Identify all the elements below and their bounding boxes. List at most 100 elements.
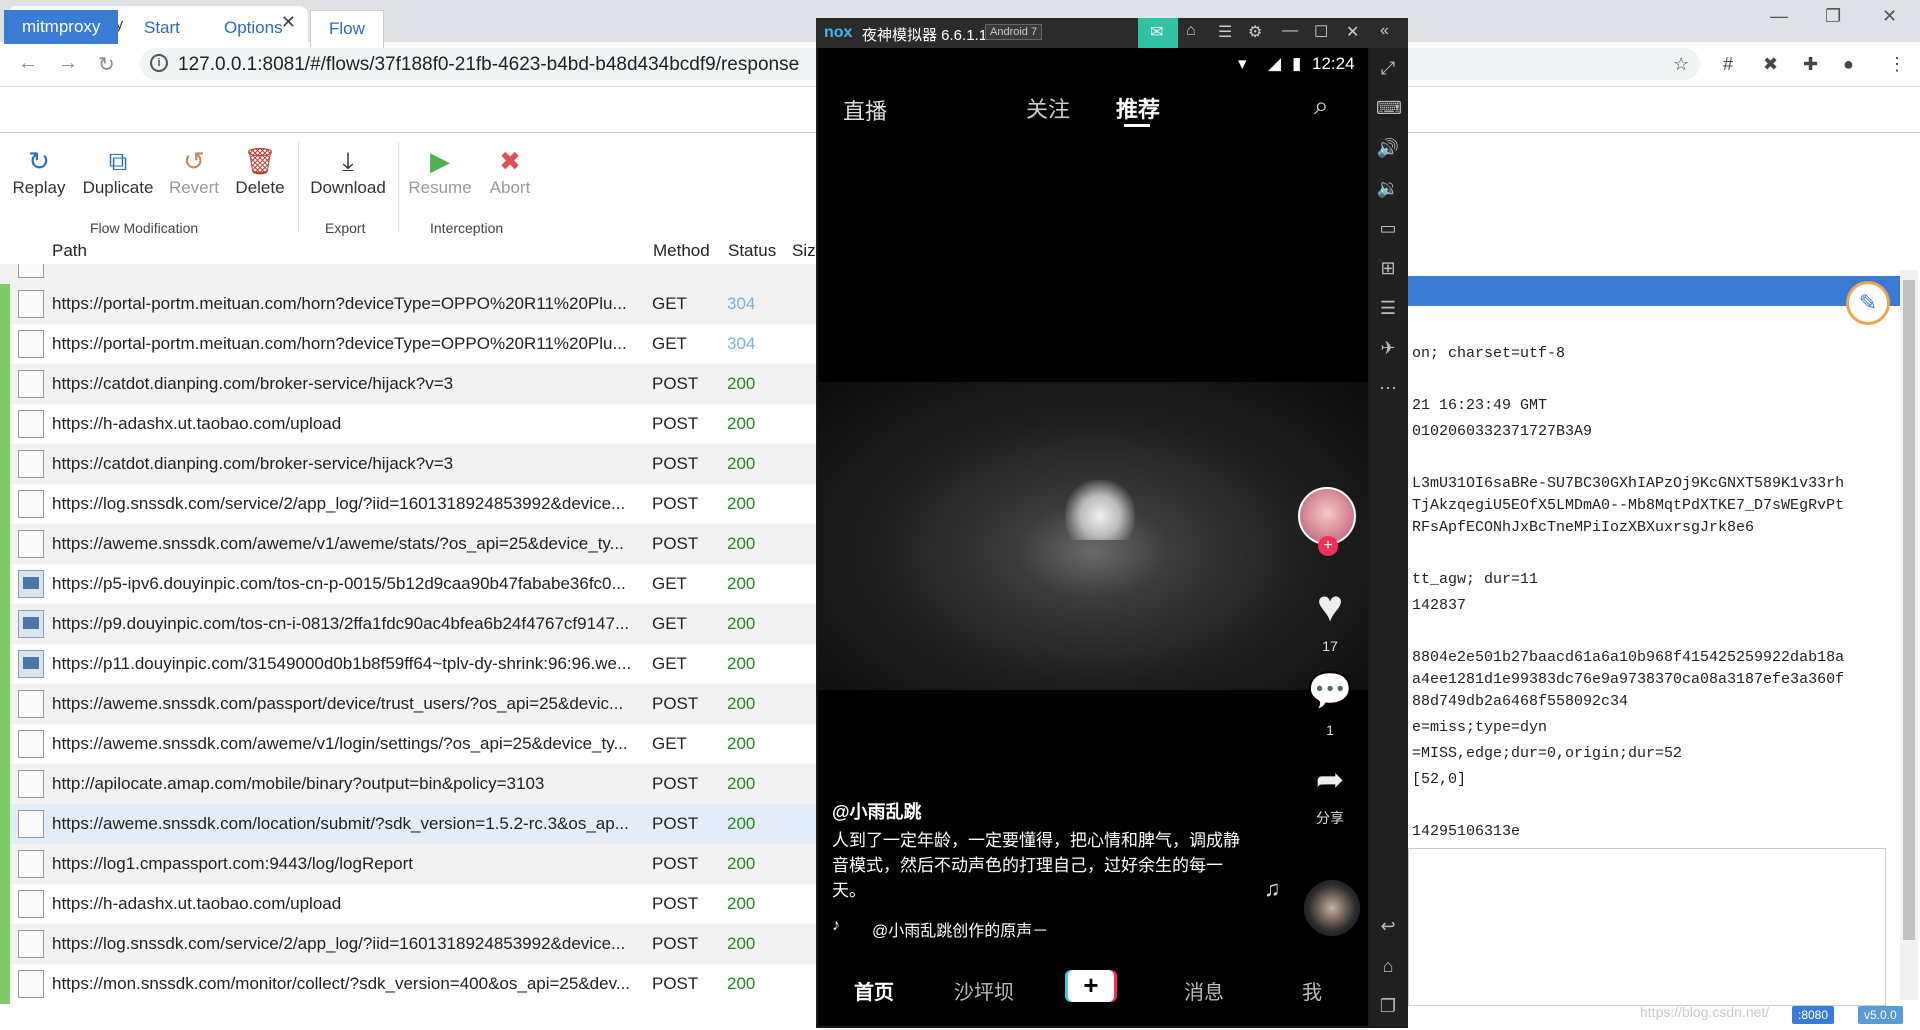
table-row[interactable]: https://portal-portm.meituan.com/horn?de… (0, 284, 820, 324)
url-text[interactable]: 127.0.0.1:8081/#/flows/37f188f0-21fb-462… (178, 54, 799, 76)
rocket-icon[interactable]: ✈ (1376, 338, 1400, 359)
extension-x-icon[interactable]: ✖ (1763, 54, 1778, 75)
detail-scroll-thumb[interactable] (1903, 280, 1915, 940)
more-icon[interactable]: ⋯ (1376, 378, 1400, 399)
nox-maximize-icon[interactable]: ☐ (1314, 22, 1328, 42)
fullscreen-icon[interactable]: ⤢ (1376, 58, 1400, 79)
tab-recommend[interactable]: 推荐 (1116, 92, 1160, 124)
nox-settings-icon[interactable]: ⚙ (1248, 22, 1262, 42)
flow-status: 200 (727, 854, 756, 873)
extensions-puzzle-icon[interactable]: ✚ (1803, 54, 1818, 75)
close-window-button[interactable]: ✕ (1882, 6, 1897, 27)
table-row[interactable]: https://p9.douyinpic.com/tos-cn-i-0813/2… (0, 604, 820, 644)
restore-button[interactable]: ❐ (1825, 6, 1841, 27)
share-arrow-icon[interactable]: ➦ (1300, 760, 1360, 800)
header-value-line: RFsApfECONhJxBcTneMPiIozXBXuxrsgJrk8e6 (1412, 519, 1755, 536)
comment-count: 1 (1326, 722, 1334, 738)
replay-button[interactable]: ↻ Replay (10, 144, 68, 198)
edit-pencil-button[interactable]: ✎ (1846, 281, 1890, 325)
nox-collapse-icon[interactable]: « (1380, 22, 1389, 40)
table-row[interactable]: https://h-adashx.ut.taobao.com/upload POS… (0, 884, 820, 924)
table-row[interactable]: https://log.snssdk.com/service/2/app_log… (0, 924, 820, 964)
nav-messages[interactable]: 消息 (1184, 976, 1224, 1005)
table-row[interactable]: https://p11.douyinpic.com/31549000d0b1b8… (0, 644, 820, 684)
document-file-icon (18, 370, 44, 398)
table-row[interactable]: https://aweme.snssdk.com/aweme/v1/login/… (0, 724, 820, 764)
duplicate-icon: ⧉ (108, 146, 128, 176)
minimize-button[interactable]: — (1770, 6, 1788, 27)
tab-follow[interactable]: 关注 (1026, 92, 1070, 124)
flow-path: https://log1.cmpassport.com:9443/log/log… (52, 854, 413, 873)
android-recent-icon[interactable]: ❐ (1376, 996, 1400, 1017)
create-plus-button[interactable]: + (1068, 970, 1114, 1002)
flow-method: GET (652, 654, 687, 673)
reload-icon[interactable]: ↻ (98, 52, 115, 77)
download-button[interactable]: ⤓ Download (306, 144, 390, 198)
multi-instance-icon[interactable]: ☰ (1376, 298, 1400, 319)
music-title[interactable]: @小雨乱跳创作的原声－ (872, 917, 1048, 941)
volume-down-icon[interactable]: 🔉 (1376, 178, 1400, 199)
screen-icon[interactable]: ▭ (1376, 218, 1400, 239)
table-row[interactable]: https://p5-ipv6.douyinpic.com/tos-cn-p-0… (0, 564, 820, 604)
flow-status: 200 (727, 534, 756, 553)
table-row[interactable]: https://aweme.snssdk.com/passport/device… (0, 684, 820, 724)
table-row[interactable]: https://log1.cmpassport.com:9443/log/log… (0, 844, 820, 884)
duplicate-button[interactable]: ⧉ Duplicate (80, 144, 156, 198)
nox-home-icon[interactable]: ⌂ (1186, 22, 1196, 40)
delete-button[interactable]: 🗑 Delete (232, 144, 288, 198)
table-row[interactable]: https://mon.snssdk.com/monitor/collect/?… (0, 964, 820, 1004)
response-body-box[interactable] (1408, 848, 1886, 1006)
nox-notification-button[interactable]: ✉ (1138, 18, 1178, 48)
table-row[interactable]: https://aweme.snssdk.com/aweme/v1/aweme/… (0, 524, 820, 564)
table-row[interactable]: https://aweme.snssdk.com/location/submit… (0, 804, 820, 844)
site-info-icon[interactable]: i (150, 54, 168, 72)
nox-close-icon[interactable]: ✕ (1346, 22, 1359, 42)
document-file-icon (18, 264, 44, 278)
android-back-icon[interactable]: ↩ (1376, 916, 1400, 937)
column-header-status[interactable]: Status (728, 241, 776, 261)
keyboard-icon[interactable]: ⌨ (1376, 98, 1402, 119)
nox-menu-icon[interactable]: ☰ (1218, 22, 1232, 42)
tab-flow[interactable]: Flow (310, 10, 384, 48)
nav-home[interactable]: 首页 (854, 976, 894, 1005)
follow-plus-icon[interactable]: + (1318, 536, 1338, 556)
table-row[interactable]: https://log.snssdk.com/service/2/app_log… (0, 484, 820, 524)
table-row[interactable]: https://catdot.dianping.com/broker-servi… (0, 444, 820, 484)
nav-me[interactable]: 我 (1302, 976, 1322, 1005)
flow-path: https://p9.douyinpic.com/tos-cn-i-0813/2… (52, 614, 630, 633)
profile-avatar-icon[interactable]: ● (1843, 54, 1854, 75)
resume-button[interactable]: ▶ Resume (406, 144, 474, 198)
volume-up-icon[interactable]: 🔊 (1376, 138, 1400, 159)
back-icon[interactable]: ← (18, 52, 38, 75)
comment-icon[interactable]: 💬 (1300, 670, 1360, 712)
mitmproxy-brand-tab[interactable]: mitmproxy (4, 10, 119, 44)
table-row[interactable]: https://catdot.dianping.com/broker-servi… (0, 364, 820, 404)
flow-method: GET (652, 294, 687, 313)
tab-options[interactable]: Options (206, 10, 301, 46)
column-header-method[interactable]: Method (653, 241, 710, 261)
abort-button[interactable]: ✖ Abort (482, 144, 538, 198)
flow-status-bar (0, 444, 10, 484)
revert-button[interactable]: ↺ Revert (166, 144, 222, 198)
nav-city[interactable]: 沙坪坝 (954, 976, 1014, 1005)
live-icon[interactable]: 直播 (843, 94, 887, 126)
forward-icon[interactable]: → (58, 52, 78, 75)
table-row[interactable] (0, 264, 820, 284)
nox-minimize-icon[interactable]: — (1282, 22, 1298, 40)
flow-method: POST (652, 894, 699, 913)
table-row[interactable]: http://apilocate.amap.com/mobile/binary?… (0, 764, 820, 804)
extension-grid-icon[interactable]: # (1723, 54, 1733, 75)
menu-kebab-icon[interactable]: ⋮ (1888, 54, 1906, 75)
bookmark-star-icon[interactable]: ☆ (1673, 54, 1689, 75)
column-header-path[interactable]: Path (52, 241, 87, 261)
author-name[interactable]: @小雨乱跳 (832, 798, 922, 824)
tab-start[interactable]: Start (126, 10, 198, 46)
search-icon[interactable]: ⌕ (1314, 90, 1329, 122)
like-heart-icon[interactable]: ♥ (1300, 582, 1360, 632)
apk-install-icon[interactable]: ⊞ (1376, 258, 1400, 279)
flow-status-bar (0, 364, 10, 404)
android-home-icon[interactable]: ⌂ (1376, 956, 1400, 977)
music-disc[interactable] (1304, 880, 1360, 936)
table-row[interactable]: https://portal-portm.meituan.com/horn?de… (0, 324, 820, 364)
table-row[interactable]: https://h-adashx.ut.taobao.com/upload POS… (0, 404, 820, 444)
